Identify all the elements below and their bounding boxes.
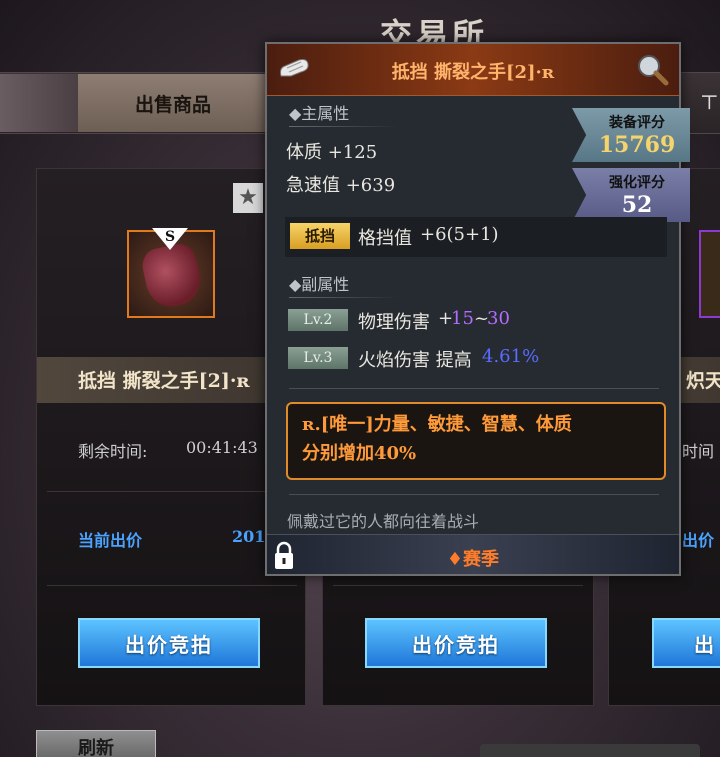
level-tag: Lv.3 <box>288 347 348 369</box>
bid-button[interactable]: 出价竞拍 <box>365 618 547 668</box>
section-divider <box>289 297 399 298</box>
unique-effect-text: ʀ.[唯一]力量、敏捷、智慧、体质 分别增加40% <box>302 410 652 468</box>
tab-right-edge[interactable]: ⊤ <box>700 90 719 114</box>
gauntlet-icon <box>139 241 205 311</box>
item-name: 炽天 <box>686 370 720 392</box>
block-attr-value: +6(5+1) <box>420 224 499 245</box>
season-label: ♦赛季 <box>446 549 500 570</box>
bid-button[interactable]: 出价竞拍 <box>78 618 260 668</box>
divider <box>333 585 583 586</box>
sub-attr-min: 15 <box>451 308 474 329</box>
divider <box>289 388 659 389</box>
magnifier-icon[interactable] <box>635 52 669 86</box>
remaining-time-label: 时间 <box>682 442 715 461</box>
current-bid-value: 201 <box>232 527 266 546</box>
item-name: 抵挡 撕裂之手[2]·ʀ <box>78 370 250 392</box>
tooltip-title: 抵挡 撕裂之手[2]·ʀ <box>391 62 555 83</box>
remaining-time-label: 剩余时间: <box>78 442 148 461</box>
unique-effect-line: 分别增加40% <box>302 443 417 464</box>
equip-score-value: 15769 <box>598 132 676 158</box>
current-bid-label: 当前出价 <box>78 531 143 550</box>
enhance-score-label: 强化评分 <box>609 175 665 191</box>
sub-attr-max: 30 <box>487 308 510 329</box>
divider <box>47 491 297 492</box>
sub-attr-name: 物理伤害 <box>358 312 430 333</box>
main-attr-label: ◆主属性 <box>289 104 350 123</box>
tooltip-footer: ♦赛季 <box>267 534 679 574</box>
bottom-bar <box>480 744 700 757</box>
refresh-button[interactable]: 刷新 <box>36 730 156 757</box>
favorite-star-icon[interactable]: ★ <box>233 183 263 213</box>
block-attr-name: 格挡值 <box>358 228 412 249</box>
equip-score-label: 装备评分 <box>609 115 665 131</box>
sub-attr-value: 4.61% <box>482 346 540 367</box>
sub-attr-label: ◆副属性 <box>289 275 350 294</box>
enhance-score-tag: 强化评分 52 <box>572 168 690 222</box>
flavor-text: 佩戴过它的人都向往着战斗 <box>287 512 480 531</box>
main-attr: 体质 +125 <box>286 142 378 163</box>
unique-effect-line: ʀ.[唯一]力量、敏捷、智慧、体质 <box>302 414 572 435</box>
divider <box>47 585 297 586</box>
unique-effect-box: ʀ.[唯一]力量、敏捷、智慧、体质 分别增加40% <box>286 402 666 480</box>
block-tag: 抵挡 <box>290 223 350 249</box>
current-bid-label: 出价 <box>682 531 715 550</box>
remaining-time-value: 00:41:43 <box>186 438 258 457</box>
tab-sell-items[interactable]: 出售商品 <box>78 74 268 132</box>
tab-left[interactable] <box>0 74 78 132</box>
bid-button[interactable]: 出 <box>652 618 720 668</box>
level-tag: Lv.2 <box>288 309 348 331</box>
main-attr: 急速值 +639 <box>286 175 396 196</box>
section-divider <box>289 126 399 127</box>
sub-attr-name: 火焰伤害 提高 <box>358 350 472 371</box>
enhance-score-value: 52 <box>621 192 653 218</box>
equip-score-tag: 装备评分 15769 <box>572 108 690 162</box>
item-slot[interactable] <box>699 230 720 318</box>
divider <box>289 494 659 495</box>
